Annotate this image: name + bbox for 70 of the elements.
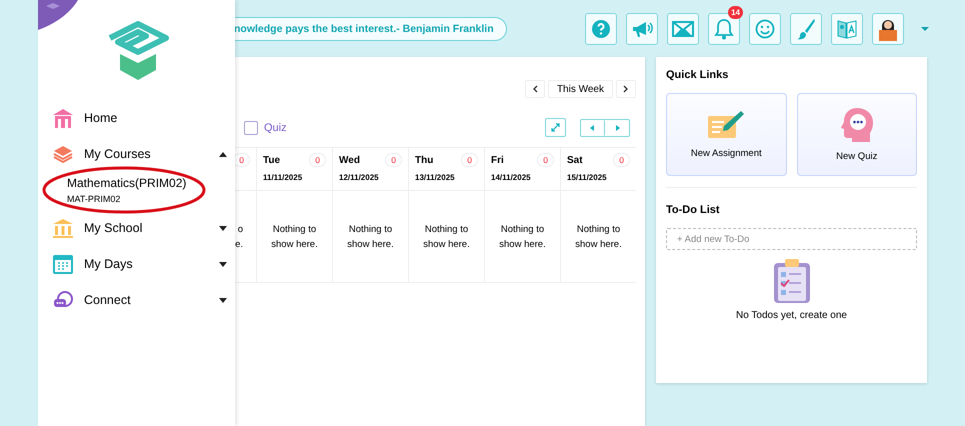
- calendar-icon: [53, 254, 73, 274]
- empty-todo-message: No Todos yet, create one: [736, 310, 847, 321]
- expand-button[interactable]: [545, 118, 566, 137]
- scroll-left-button[interactable]: [581, 120, 605, 136]
- corner-tab: [38, 0, 78, 30]
- triangle-left-icon: [590, 124, 595, 130]
- day-date: 13/11/2025: [415, 173, 456, 182]
- empty-message: Nothing to show here.: [422, 222, 471, 252]
- course-code: MAT-PRIM02: [67, 194, 122, 204]
- empty-message: Nothing to show here.: [498, 222, 547, 252]
- translate-icon: [836, 18, 858, 40]
- day-date: 12/11/2025: [339, 173, 380, 182]
- quick-link-tile[interactable]: New Quiz: [796, 93, 917, 176]
- event-count: 0: [461, 153, 478, 167]
- help-icon: [591, 18, 611, 38]
- dropdown-caret-icon[interactable]: [920, 26, 930, 32]
- quiz-filter-label: Quiz: [264, 122, 287, 134]
- nav-item[interactable]: Connect: [38, 282, 235, 318]
- section-title: To-Do List: [666, 203, 721, 218]
- quiz-checkbox[interactable]: [244, 120, 258, 134]
- bell-icon: [714, 18, 734, 40]
- event-count: 0: [613, 153, 630, 167]
- building-icon: [53, 218, 73, 238]
- week-selector[interactable]: This Week: [548, 80, 613, 98]
- avatar-button[interactable]: [872, 12, 904, 44]
- day-name: Wed: [339, 154, 360, 166]
- day-name: Sat: [567, 154, 583, 166]
- nav-item[interactable]: My Days: [38, 246, 235, 282]
- empty-message: Nothing to show here.: [270, 222, 319, 252]
- smiley-button[interactable]: [749, 12, 781, 44]
- day-name: Thu: [415, 154, 434, 166]
- chevron-right-icon: [623, 85, 629, 93]
- triangle-right-icon: [614, 124, 620, 130]
- layers-icon: [53, 145, 73, 163]
- day-name: Fri: [491, 154, 504, 166]
- quick-link-tile[interactable]: New Assignment: [666, 93, 786, 176]
- smiley-icon: [755, 18, 775, 38]
- brush-icon: [796, 18, 816, 40]
- pen-paper-icon: [707, 110, 746, 140]
- mail-button[interactable]: [667, 12, 699, 44]
- megaphone-button[interactable]: [626, 12, 658, 44]
- empty-message: Nothing to show here.: [574, 222, 623, 252]
- translate-button[interactable]: [831, 12, 863, 44]
- house-icon: [53, 108, 73, 128]
- day-date: 11/11/2025: [263, 173, 304, 182]
- section-title: Quick Links: [666, 68, 730, 83]
- course-title[interactable]: Mathematics(PRIM02): [67, 176, 235, 190]
- notification-count: 14: [728, 6, 743, 18]
- nav-item[interactable]: My School: [38, 210, 235, 246]
- previous-week-button[interactable]: [524, 80, 545, 98]
- clipboard-checklist-icon: [772, 258, 812, 304]
- head-icon: [840, 107, 873, 143]
- chevron-left-icon: [532, 85, 538, 93]
- nav-item[interactable]: My Courses: [38, 136, 235, 172]
- expand-icon: [551, 123, 560, 132]
- next-week-button[interactable]: [616, 80, 636, 98]
- help-button[interactable]: [585, 12, 617, 44]
- event-count: 0: [385, 153, 402, 167]
- empty-message: o e.: [235, 222, 243, 252]
- brush-button[interactable]: [790, 12, 822, 44]
- new-todo-field[interactable]: + Add new To-Do: [666, 228, 917, 250]
- mail-icon: [672, 20, 694, 36]
- empty-message: Nothing to show here.: [346, 222, 395, 252]
- event-count: 0: [537, 153, 554, 167]
- event-count: 0: [309, 153, 326, 167]
- day-date: 15/11/2025: [567, 173, 608, 182]
- chat-icon: [53, 290, 73, 310]
- nav-item[interactable]: Home: [38, 100, 235, 136]
- day-name: Tue: [263, 154, 280, 166]
- day-date: 14/11/2025: [491, 173, 532, 182]
